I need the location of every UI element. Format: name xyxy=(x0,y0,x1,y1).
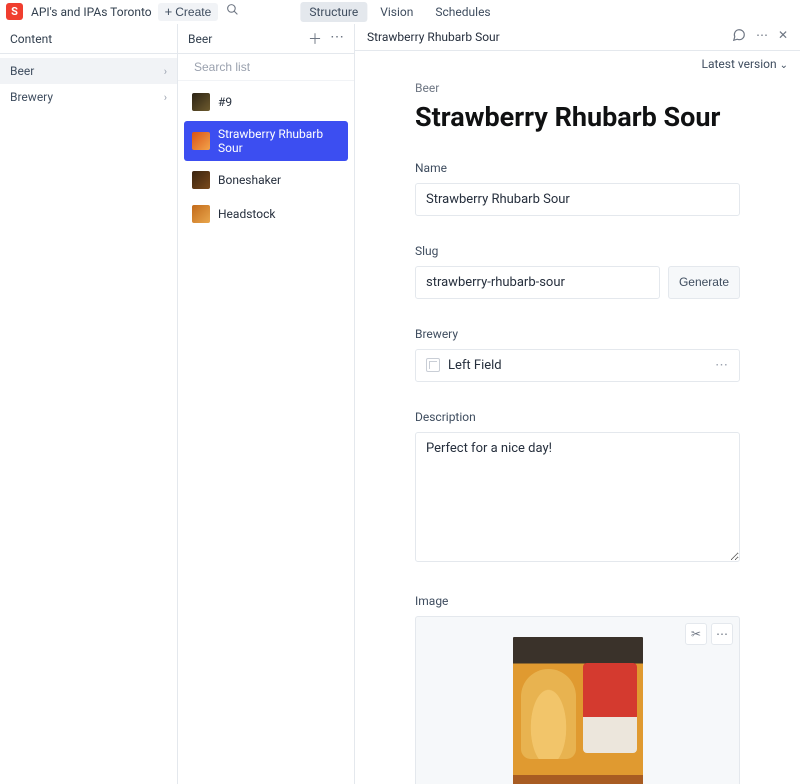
content-heading-label: Content xyxy=(10,32,52,46)
chevron-right-icon: › xyxy=(164,91,167,104)
list-heading-row: Beer ＋ ⋯ xyxy=(178,24,354,54)
close-icon[interactable]: ✕ xyxy=(778,28,788,45)
list-item-label: Strawberry Rhubarb Sour xyxy=(218,127,340,155)
list-search[interactable] xyxy=(178,54,354,81)
document-title: Strawberry Rhubarb Sour xyxy=(415,101,740,133)
name-input[interactable] xyxy=(415,183,740,216)
name-field-label: Name xyxy=(415,161,740,175)
crop-icon[interactable]: ✂ xyxy=(685,623,707,645)
content-panel-heading: Content xyxy=(0,24,177,54)
document-list-panel: Beer ＋ ⋯ #9 Strawberry Rhubarb Sour Bone… xyxy=(178,24,355,784)
description-input[interactable] xyxy=(415,432,740,562)
content-type-brewery[interactable]: Brewery › xyxy=(0,84,177,110)
image-field-label: Image xyxy=(415,594,740,608)
slug-input[interactable] xyxy=(415,266,660,299)
top-nav: Structure Vision Schedules xyxy=(300,2,499,22)
create-button-label: Create xyxy=(175,5,211,19)
content-type-beer[interactable]: Beer › xyxy=(0,58,177,84)
chevron-right-icon: › xyxy=(164,65,167,78)
description-field-label: Description xyxy=(415,410,740,424)
create-button[interactable]: +Create xyxy=(158,3,219,21)
more-icon[interactable]: ⋯ xyxy=(330,29,344,49)
content-type-label: Brewery xyxy=(10,90,53,104)
app-logo[interactable]: S xyxy=(6,3,23,20)
version-dropdown[interactable]: Latest version ⌄ xyxy=(702,57,789,71)
thumbnail xyxy=(192,171,210,189)
more-icon[interactable]: ⋯ xyxy=(756,28,768,45)
thumbnail xyxy=(192,132,210,150)
document-type: Beer xyxy=(415,81,740,95)
image-field[interactable]: ✂ ⋯ xyxy=(415,616,740,784)
list-item[interactable]: Headstock xyxy=(184,199,348,229)
topbar: S API's and IPAs Toronto +Create Structu… xyxy=(0,0,800,24)
list-item[interactable]: Boneshaker xyxy=(184,165,348,195)
nav-schedules[interactable]: Schedules xyxy=(426,2,499,22)
list-item-label: #9 xyxy=(218,95,232,109)
image-menu-icon[interactable]: ⋯ xyxy=(711,623,733,645)
image-preview xyxy=(513,637,643,784)
slug-field-label: Slug xyxy=(415,244,740,258)
thumbnail xyxy=(192,93,210,111)
project-name[interactable]: API's and IPAs Toronto xyxy=(31,5,152,19)
list-item-label: Headstock xyxy=(218,207,275,221)
document-header: Strawberry Rhubarb Sour ⋯ ✕ xyxy=(355,24,800,51)
search-input[interactable] xyxy=(194,60,349,74)
reference-menu-icon[interactable]: ⋯ xyxy=(715,358,729,373)
content-panel: Content Beer › Brewery › xyxy=(0,24,178,784)
breadcrumb: Strawberry Rhubarb Sour xyxy=(367,30,500,44)
nav-vision[interactable]: Vision xyxy=(371,2,422,22)
search-icon[interactable] xyxy=(226,3,239,20)
brewery-field-label: Brewery xyxy=(415,327,740,341)
plus-icon: + xyxy=(165,5,173,18)
document-panel: Strawberry Rhubarb Sour ⋯ ✕ Latest versi… xyxy=(355,24,800,784)
list-item-label: Boneshaker xyxy=(218,173,281,187)
list-heading: Beer xyxy=(188,32,212,46)
add-document-icon[interactable]: ＋ xyxy=(308,29,322,49)
list-item[interactable]: Strawberry Rhubarb Sour xyxy=(184,121,348,161)
chevron-down-icon: ⌄ xyxy=(780,60,788,71)
comments-icon[interactable] xyxy=(732,28,746,45)
list-item[interactable]: #9 xyxy=(184,87,348,117)
brewery-reference[interactable]: Left Field ⋯ xyxy=(415,349,740,382)
generate-slug-button[interactable]: Generate xyxy=(668,266,740,299)
content-type-label: Beer xyxy=(10,64,34,78)
brewery-value: Left Field xyxy=(448,358,502,373)
reference-icon xyxy=(426,358,440,372)
thumbnail xyxy=(192,205,210,223)
nav-structure[interactable]: Structure xyxy=(300,2,367,22)
